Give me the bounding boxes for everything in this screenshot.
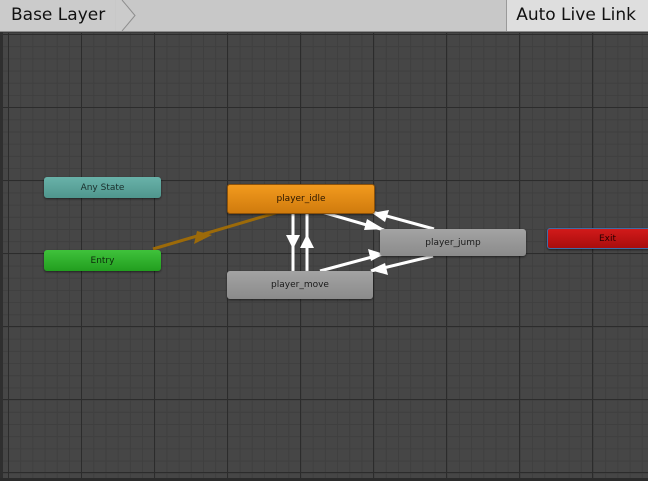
state-player-move[interactable]: player_move: [227, 271, 373, 299]
auto-live-link-button[interactable]: Auto Live Link: [506, 0, 648, 31]
breadcrumb: Base Layer: [0, 0, 116, 31]
state-player-idle[interactable]: player_idle: [227, 184, 375, 214]
breadcrumb-chevron-icon: [116, 0, 136, 31]
state-exit[interactable]: Exit: [547, 228, 648, 249]
breadcrumb-base-layer[interactable]: Base Layer: [0, 0, 116, 31]
state-entry[interactable]: Entry: [44, 250, 161, 271]
animator-window: Base Layer Auto Live Link Any State Entr…: [0, 0, 648, 481]
state-any-state[interactable]: Any State: [44, 177, 161, 198]
toolbar: Base Layer Auto Live Link: [0, 0, 648, 32]
state-player-jump[interactable]: player_jump: [380, 229, 526, 256]
